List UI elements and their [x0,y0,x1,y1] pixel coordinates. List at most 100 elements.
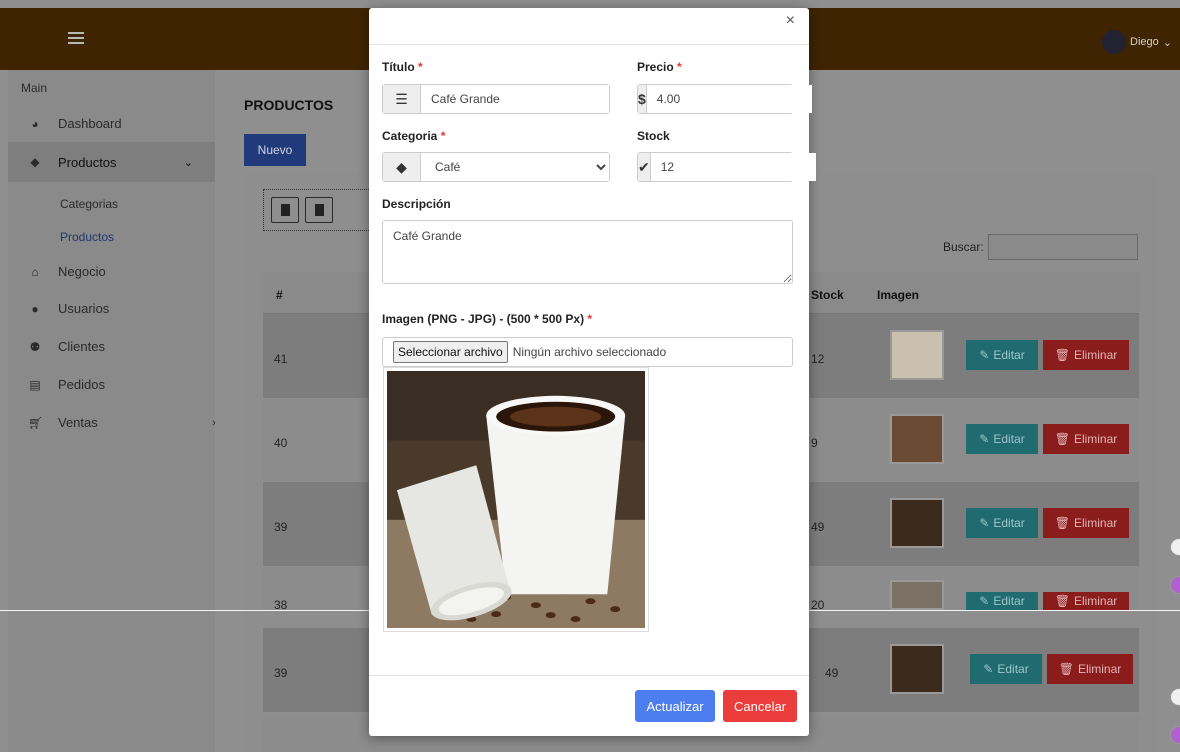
cell-stock: 12 [811,352,825,366]
check-icon: ✔ [638,153,651,181]
sidebar-item-label: Ventas [58,415,98,430]
sidebar-item-dashboard[interactable]: ◕ Dashboard [28,116,122,131]
delete-label: Eliminar [1073,432,1118,446]
column-header-id[interactable]: # [276,288,283,302]
list-icon: ☰ [383,85,421,113]
required-mark: * [418,60,423,74]
chevron-down-icon: ⌄ [183,156,193,169]
delete-label: Eliminar [1073,348,1118,362]
chevron-right-icon: › [212,416,216,429]
excel-icon [280,204,290,216]
cell-id: 41 [274,352,288,366]
users-icon: ⚉ [29,339,41,354]
sidebar-item-productos[interactable]: ◆ Productos ⌄ [8,142,215,182]
edit-icon: ✎ [983,662,994,676]
home-icon: ⌂ [31,264,39,279]
edit-button[interactable]: ✎ Editar [966,592,1038,610]
edit-button[interactable]: ✎ Editar [966,424,1038,454]
dollar-icon: $ [638,85,647,113]
edit-button[interactable]: ✎ Editar [966,340,1038,370]
floating-action-icon[interactable] [1170,688,1180,706]
product-thumbnail [890,498,944,548]
cell-stock: 49 [811,520,825,534]
sidebar-item-label: Clientes [58,339,105,354]
column-header-stock[interactable]: Stock [811,288,844,302]
cell-id: 39 [274,520,288,534]
trash-icon: 🗑︎ [1054,516,1070,530]
hamburger-menu-icon[interactable] [68,32,84,44]
trash-icon: 🗑︎ [1054,348,1070,362]
excel-export-button[interactable] [271,197,299,223]
search-input[interactable] [987,234,1138,260]
cancel-button[interactable]: Cancelar [723,690,797,722]
sidebar-item-clientes[interactable]: ⚉ Clientes [28,339,105,354]
sidebar-item-pedidos[interactable]: ▤ Pedidos [28,377,105,392]
category-label-text: Categoria [382,129,438,143]
description-label: Descripción [382,197,451,211]
sidebar-item-label: Productos [58,154,117,170]
search-label: Buscar: [943,240,984,254]
title-label-text: Título [382,60,415,74]
palette-icon: ◕ [31,116,39,131]
description-textarea[interactable]: Café Grande [382,220,793,284]
required-mark: * [587,312,593,326]
tags-icon: ◆ [30,155,40,169]
image-preview [383,367,649,632]
page-title: PRODUCTOS [244,97,334,113]
edit-label: Editar [993,432,1025,446]
delete-button[interactable]: 🗑︎ Eliminar [1043,340,1129,370]
new-product-button[interactable]: Nuevo [244,134,306,166]
cart-icon: 🛒︎ [28,415,44,430]
list-icon: ▤ [29,377,41,392]
delete-button[interactable]: 🗑︎ Eliminar [1043,592,1129,610]
close-icon[interactable]: × [786,12,795,30]
sidebar-item-negocio[interactable]: ⌂ Negocio [28,264,106,279]
sidebar-item-ventas[interactable]: 🛒︎ Ventas › [28,415,216,430]
edit-icon: ✎ [979,348,990,362]
required-mark: * [440,129,446,143]
sidebar-item-label: Negocio [58,264,106,279]
product-thumbnail [890,414,944,464]
cell-stock: 49 [825,666,839,680]
sidebar-item-label: Dashboard [58,116,122,131]
price-field: $ [637,84,812,114]
required-mark: * [677,60,682,74]
sidebar-item-label: Pedidos [58,377,105,392]
product-thumbnail [890,330,944,380]
user-menu[interactable]: Diego ⌄ [1102,30,1172,54]
edit-button[interactable]: ✎ Editar [966,508,1038,538]
trash-icon: 🗑︎ [1054,432,1070,446]
modal-header-divider [369,44,809,45]
floating-action-icon[interactable] [1170,538,1180,556]
user-name: Diego [1130,36,1159,48]
edit-label: Editar [997,662,1029,676]
floating-assistant-icon[interactable] [1170,726,1180,744]
update-button[interactable]: Actualizar [635,690,715,722]
delete-button[interactable]: 🗑︎ Eliminar [1043,424,1129,454]
product-thumbnail [890,580,944,610]
user-icon: ● [31,301,39,316]
pdf-icon [314,204,324,216]
delete-button[interactable]: 🗑︎ Eliminar [1047,654,1133,684]
coffee-cups-image [387,371,645,628]
edit-button[interactable]: ✎ Editar [970,654,1042,684]
delete-button[interactable]: 🗑︎ Eliminar [1043,508,1129,538]
title-input[interactable] [421,85,609,113]
stock-input[interactable] [650,153,816,181]
category-select[interactable]: Café [421,153,609,181]
sidebar-section-label: Main [21,81,48,95]
avatar [1102,30,1127,54]
choose-file-button[interactable]: Seleccionar archivo [393,341,508,363]
column-header-image[interactable]: Imagen [877,288,919,302]
pdf-export-button[interactable] [305,197,333,223]
product-thumbnail [890,644,944,694]
sidebar-subitem-categorias[interactable]: Categorias [60,197,118,211]
export-buttons [263,189,373,231]
category-field: ◆ Café [382,152,610,182]
floating-assistant-icon[interactable] [1170,576,1180,594]
image-file-input: Seleccionar archivo Ningún archivo selec… [382,337,793,367]
sidebar-item-usuarios[interactable]: ● Usuarios [28,301,109,316]
sidebar-subitem-productos[interactable]: Productos [60,230,114,244]
price-input[interactable] [646,85,812,113]
cell-id: 39 [274,666,288,680]
